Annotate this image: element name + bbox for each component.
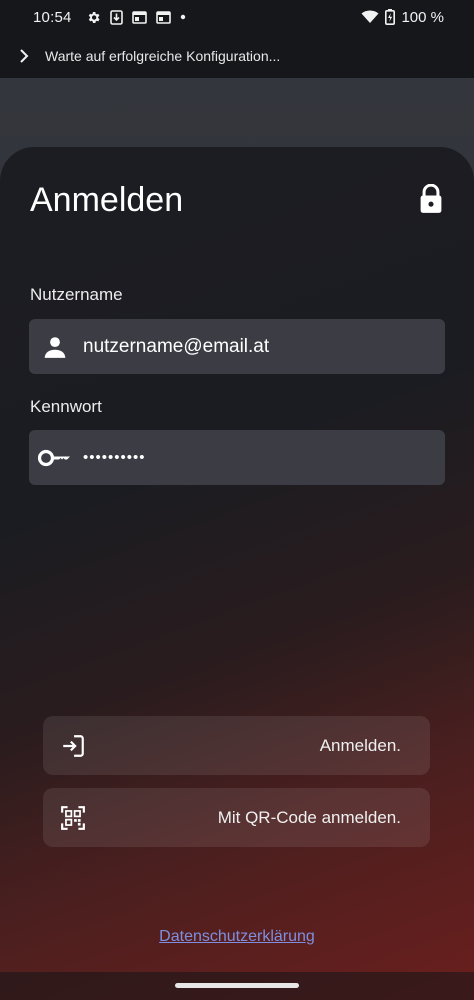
status-time: 10:54 [33,8,72,26]
window-icon [155,10,171,24]
login-icon [59,732,87,760]
privacy-policy-link[interactable]: Datenschutzerklärung [0,928,474,946]
password-field[interactable]: •••••••••• [29,430,445,485]
qr-login-button[interactable]: Mit QR-Code anmelden. [43,788,430,847]
username-input[interactable]: nutzername@email.at [83,336,269,358]
page-title: Anmelden [30,181,184,219]
qr-login-button-label: Mit QR-Code anmelden. [217,807,401,827]
wifi-icon [361,10,379,24]
login-sheet [0,147,474,1000]
login-button-label: Anmelden. [319,735,401,755]
status-bar: 10:54 100 % [0,0,474,34]
username-label: Nutzername [30,285,123,304]
person-icon [41,333,69,361]
password-label: Kennwort [30,397,102,416]
chevron-right-icon [16,48,32,64]
home-indicator[interactable] [175,983,299,988]
notification-icons [86,9,186,25]
configuration-status-text: Warte auf erfolgreiche Konfiguration... [45,48,281,64]
dot-icon [180,14,186,20]
login-button[interactable]: Anmelden. [43,716,430,775]
download-icon [109,9,123,25]
key-icon [38,444,72,472]
battery-charging-icon [385,9,396,25]
system-icons: 100 % [361,9,444,26]
lock-icon [417,183,445,214]
gear-icon [86,10,101,25]
window-icon [131,10,147,24]
configuration-status-bar[interactable]: Warte auf erfolgreiche Konfiguration... [0,34,474,78]
password-input[interactable]: •••••••••• [83,449,146,466]
battery-percent: 100 % [401,8,444,26]
username-field[interactable]: nutzername@email.at [29,319,445,374]
qr-code-icon [59,804,87,832]
